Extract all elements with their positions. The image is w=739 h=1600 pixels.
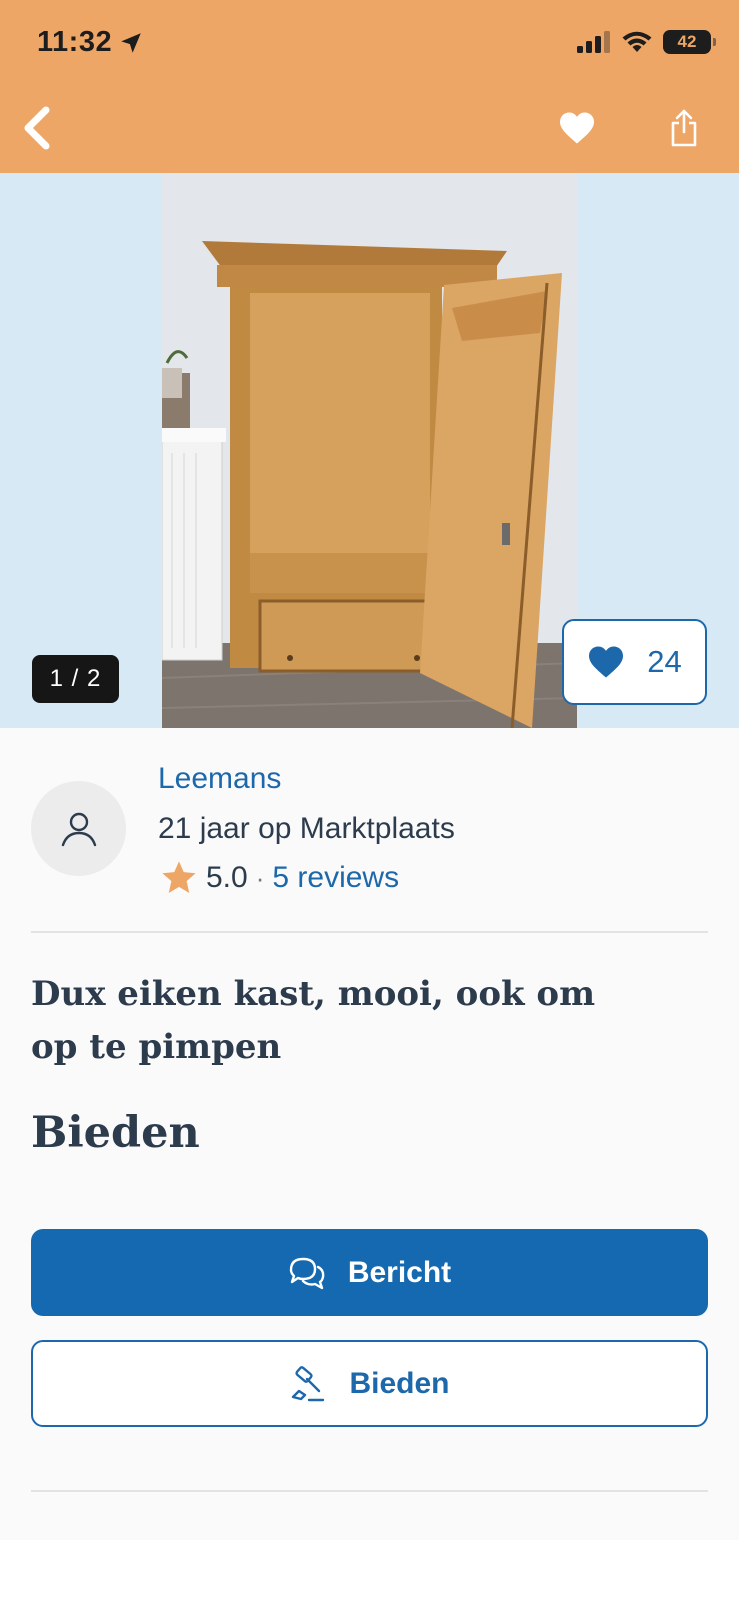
seller-avatar[interactable] [31,781,126,876]
listing-photo[interactable] [162,173,577,728]
bid-button[interactable]: Bieden [31,1340,708,1427]
status-time: 11:32 [37,26,144,59]
signal-icon [577,31,610,53]
rating-value: 5.0 [206,861,248,894]
divider [31,1490,708,1492]
image-gallery[interactable]: 1 / 2 24 [0,173,739,728]
divider [31,931,708,933]
favorites-count: 24 [647,644,682,679]
location-arrow-icon [121,32,141,53]
photo-counter: 1 / 2 [32,655,119,703]
seller-name-link[interactable]: Leemans [158,762,281,796]
status-time-text: 11:32 [37,26,113,58]
heart-icon [560,112,594,144]
heart-icon [589,646,624,678]
message-button-label: Bericht [347,1255,452,1289]
favorite-button[interactable] [553,104,601,152]
seller-rating: 5.0 · 5 reviews [160,856,399,900]
wifi-icon [622,31,652,52]
status-icons: 42 [577,30,716,54]
chat-bubbles-icon [289,1257,325,1289]
bid-button-label: Bieden [349,1366,450,1400]
listing-price: Bieden [31,1108,200,1158]
battery-indicator: 42 [663,30,716,54]
wardrobe-illustration [162,173,577,728]
star-icon [162,861,196,894]
battery-level: 42 [677,32,697,51]
reviews-link[interactable]: 5 reviews [272,861,399,895]
listing-content: Leemans 21 jaar op Marktplaats 5.0 · 5 r… [0,728,739,1540]
favorites-count-button[interactable]: 24 [562,619,707,705]
listing-title: Dux eiken kast, mooi, ook om op te pimpe… [31,974,596,1067]
share-button[interactable] [664,104,704,152]
user-icon [61,812,96,846]
gavel-icon [292,1365,325,1401]
seller-member-since: 21 jaar op Marktplaats [158,812,455,845]
top-header: 11:32 42 [0,0,739,173]
chevron-left-icon [24,106,50,150]
message-button[interactable]: Bericht [31,1229,708,1316]
rating-separator: · [255,862,265,893]
share-icon [671,109,697,147]
back-button[interactable] [14,103,58,153]
